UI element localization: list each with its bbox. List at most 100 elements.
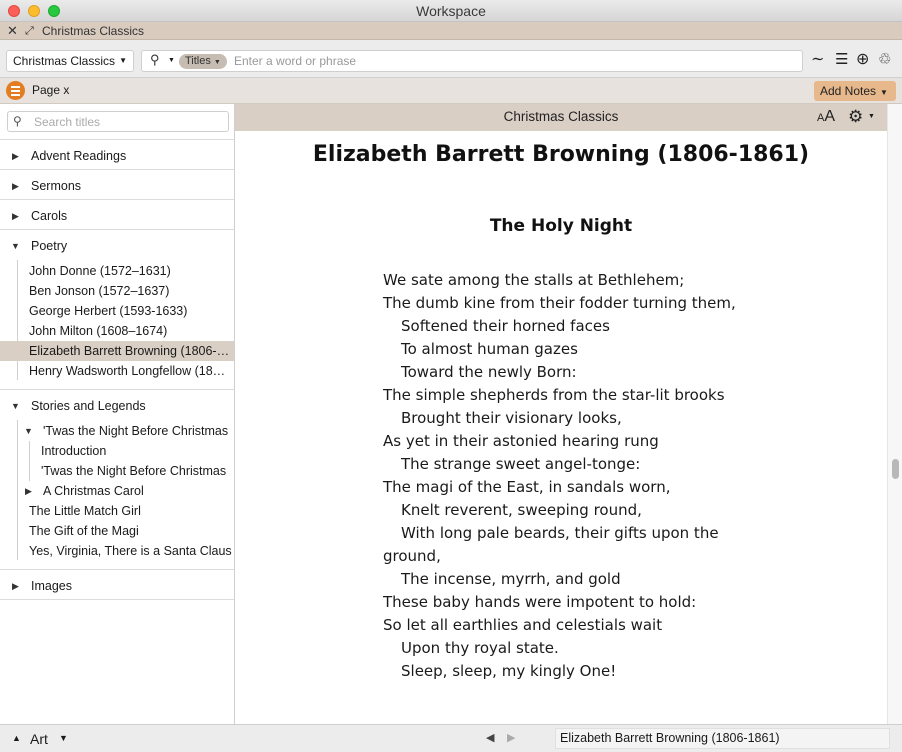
add-notes-label: Add Notes (820, 84, 877, 98)
window-zoom-button[interactable] (48, 5, 60, 17)
poem-line: With long pale beards, their gifts upon … (383, 522, 743, 568)
disclosure-down-icon[interactable]: ▼ (24, 421, 33, 441)
recycle-icon[interactable]: ♲ (878, 50, 891, 70)
toc-item-night-before[interactable]: ▼ 'Twas the Night Before Christmas (0, 421, 234, 441)
toc-item-milton[interactable]: John Milton (1608–1674) (0, 321, 234, 341)
toc-item-label: Ben Jonson (1572–1637) (29, 284, 170, 298)
add-icon[interactable]: ⊕ (856, 50, 869, 70)
disclosure-right-icon[interactable]: ▶ (12, 206, 19, 226)
toc-section-poetry[interactable]: ▼ Poetry (0, 236, 234, 256)
toc-item-longfellow[interactable]: Henry Wadsworth Longfellow (1807-1882) (0, 361, 234, 381)
chevron-down-icon: ▼ (880, 88, 888, 97)
window-close-button[interactable] (8, 5, 20, 17)
tab-title[interactable]: Christmas Classics (42, 22, 144, 40)
disclosure-down-icon[interactable]: ▼ (11, 236, 20, 256)
poem-line-text: With long pale beards, their gifts upon … (383, 524, 719, 565)
toc-item-night-before-text[interactable]: 'Twas the Night Before Christmas (0, 461, 234, 481)
reading-view-icon[interactable]: ☰ (835, 50, 848, 70)
poem-line: Toward the newly Born: (401, 363, 577, 381)
toc-item-label: 'Twas the Night Before Christmas (43, 424, 229, 438)
toc-section-carols[interactable]: ▶ Carols (0, 206, 234, 226)
expand-icon[interactable]: ⤢ (25, 22, 34, 40)
window-title: Workspace (416, 3, 486, 19)
toc-item-herbert[interactable]: George Herbert (1593-1633) (0, 301, 234, 321)
toc-item-gift-magi[interactable]: The Gift of the Magi (0, 521, 234, 541)
location-field[interactable]: Elizabeth Barrett Browning (1806-1861) (555, 728, 890, 749)
toc-section-label: Stories and Legends (31, 399, 146, 413)
divider (0, 169, 234, 170)
toc-item-label: Elizabeth Barrett Browning (1806-1861) (29, 344, 232, 358)
poem-line: To almost human gazes (401, 340, 578, 358)
toc-section-stories[interactable]: ▼ Stories and Legends (0, 396, 234, 416)
resource-title: Christmas Classics (503, 109, 619, 124)
toc-item-browning[interactable]: Elizabeth Barrett Browning (1806-1861) (0, 341, 234, 361)
toc-section-label: Images (31, 579, 72, 593)
table-of-contents-sidebar: ⚲ ▶ Advent Readings ▶ Sermons ▶ Carols ▼… (0, 104, 235, 724)
disclosure-right-icon[interactable]: ▶ (12, 146, 19, 166)
toc-item-label: John Donne (1572–1631) (29, 264, 171, 278)
resource-dropdown-label: Christmas Classics (13, 54, 116, 68)
scrollbar-thumb[interactable] (892, 459, 899, 479)
toc-item-label: Introduction (41, 444, 107, 458)
toc-item-christmas-carol[interactable]: ▶ A Christmas Carol (0, 481, 234, 501)
toc-item-match-girl[interactable]: The Little Match Girl (0, 501, 234, 521)
poem-line: Knelt reverent, sweeping round, (401, 501, 642, 519)
search-options-caret-icon[interactable]: ▼ (168, 57, 175, 64)
inline-search-icon[interactable]: ∼ (811, 50, 824, 70)
reading-pane-header: Christmas Classics AA ⚙ ▼ (235, 104, 887, 131)
list-menu-icon[interactable] (6, 81, 25, 100)
divider (0, 229, 234, 230)
toc-section-sermons[interactable]: ▶ Sermons (0, 176, 234, 196)
toc-item-santa-claus[interactable]: Yes, Virginia, There is a Santa Claus (0, 541, 234, 561)
toc-section-advent[interactable]: ▶ Advent Readings (0, 146, 234, 166)
toc-section-label: Poetry (31, 239, 68, 253)
toc-item-label: Yes, Virginia, There is a Santa Claus (29, 544, 232, 558)
search-scope-button[interactable]: Titles ▼ (179, 54, 227, 69)
resource-dropdown[interactable]: Christmas Classics ▼ (6, 50, 134, 72)
article-heading: Elizabeth Barrett Browning (1806-1861) (312, 142, 810, 167)
search-icon[interactable]: ⚲ (150, 52, 160, 68)
poem-body: We sate among the stalls at Bethlehem; T… (383, 269, 743, 683)
search-icon: ⚲ (13, 114, 22, 128)
disclosure-right-icon[interactable]: ▶ (12, 576, 19, 596)
poem-line: The dumb kine from their fodder turning … (383, 294, 736, 312)
next-arrow-icon[interactable]: ▶ (507, 731, 515, 744)
panel-subbar: Page x Add Notes ▼ (0, 78, 902, 104)
toc-item-jonson[interactable]: Ben Jonson (1572–1637) (0, 281, 234, 301)
title-search-input[interactable] (34, 114, 224, 130)
divider (0, 599, 234, 600)
toc-section-images[interactable]: ▶ Images (0, 576, 234, 596)
close-icon[interactable]: ✕ (7, 22, 18, 40)
title-search-field: ⚲ (7, 111, 229, 132)
toc-item-introduction[interactable]: Introduction (0, 441, 234, 461)
disclosure-down-icon[interactable]: ▼ (11, 396, 20, 416)
page-title: Page x (32, 83, 70, 97)
toc-section-label: Advent Readings (31, 149, 127, 163)
poem-line: These baby hands were impotent to hold: (383, 593, 697, 611)
poem-line: Sleep, sleep, my kingly One! (401, 662, 617, 680)
toc-item-label: 'Twas the Night Before Christmas (41, 464, 227, 478)
toc-item-label: The Little Match Girl (29, 504, 141, 518)
font-size-icon[interactable]: AA (817, 108, 835, 126)
previous-arrow-icon[interactable]: ◀ (486, 731, 494, 744)
poem-line: The magi of the East, in sandals worn, (383, 478, 671, 496)
gear-icon[interactable]: ⚙ (848, 107, 863, 127)
chevron-down-icon[interactable]: ▼ (868, 113, 875, 120)
disclosure-right-icon[interactable]: ▶ (12, 176, 19, 196)
search-input[interactable] (234, 52, 794, 70)
toc-item-donne[interactable]: John Donne (1572–1631) (0, 261, 234, 281)
toc-section-label: Sermons (31, 179, 82, 193)
poem-line: Upon thy royal state. (401, 639, 559, 657)
chevron-up-icon[interactable]: ▲ (12, 733, 21, 743)
add-notes-button[interactable]: Add Notes ▼ (814, 81, 896, 101)
panel-selector-label[interactable]: Art (30, 731, 48, 747)
vertical-scrollbar[interactable] (887, 104, 902, 724)
chevron-down-icon: ▼ (213, 59, 221, 66)
toc-section-label: Carols (31, 209, 68, 223)
poem-line: Softened their horned faces (401, 317, 610, 335)
chevron-down-icon[interactable]: ▼ (59, 733, 68, 743)
disclosure-right-icon[interactable]: ▶ (25, 481, 32, 501)
tab-bar: ✕ ⤢ Christmas Classics (0, 22, 902, 40)
poem-line: Brought their visionary looks, (401, 409, 622, 427)
window-minimize-button[interactable] (28, 5, 40, 17)
